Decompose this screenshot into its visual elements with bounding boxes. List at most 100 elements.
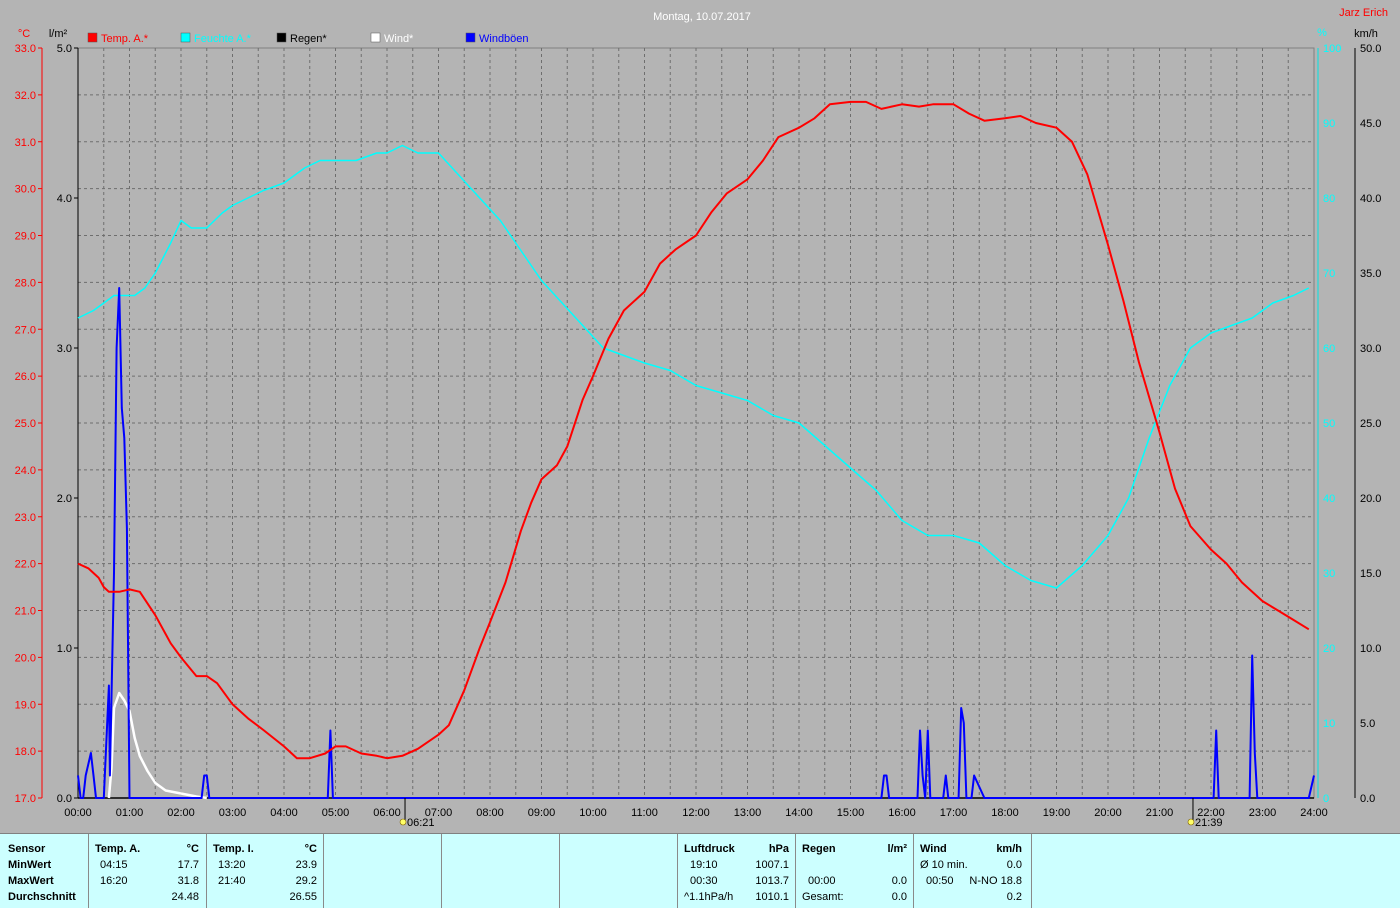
humidity-tick-label: 50	[1323, 418, 1335, 430]
wind-avg10-value: 0.0	[1006, 859, 1022, 871]
sunset-label: 21:39	[1195, 817, 1223, 829]
x-tick-label: 00:00	[64, 807, 92, 819]
wind-tick-label: 10.0	[1360, 643, 1381, 655]
legend-swatch	[180, 32, 191, 43]
sensor-header: Sensor	[8, 843, 46, 855]
x-tick-label: 01:00	[116, 807, 144, 819]
sunrise-label: 06:21	[407, 817, 435, 829]
temp-tick-label: 32.0	[15, 90, 36, 102]
pressure-trend: ^1.1hPa/h	[684, 891, 734, 903]
rain-tick-label: 1.0	[57, 643, 72, 655]
legend-label: Wind*	[384, 33, 414, 45]
statistics-table: Sensor MinWert MaxWert Durchschnitt Temp…	[0, 833, 1400, 908]
pressure-unit: hPa	[768, 843, 789, 855]
rain-max-value: 0.0	[891, 875, 907, 887]
sunrise-sun-icon	[399, 818, 407, 826]
temp-tick-label: 30.0	[15, 184, 36, 196]
temp-tick-label: 31.0	[15, 137, 36, 149]
table-divider	[913, 834, 914, 908]
humidity-tick-label: 40	[1323, 493, 1335, 505]
x-tick-label: 16:00	[888, 807, 916, 819]
temp-a-max-time: 16:20	[100, 875, 128, 887]
x-tick-label: 10:00	[579, 807, 607, 819]
row-label-min: MinWert	[8, 859, 52, 871]
table-divider	[559, 834, 560, 908]
chart-title: Montag, 10.07.2017	[653, 11, 751, 23]
wind-tick-label: 20.0	[1360, 493, 1381, 505]
legend-swatch	[370, 32, 381, 43]
table-divider	[677, 834, 678, 908]
author-label: Jarz Erich	[1339, 7, 1388, 19]
x-tick-label: 11:00	[631, 807, 658, 819]
temp-tick-label: 21.0	[15, 606, 36, 618]
temp-i-max-time: 21:40	[218, 875, 246, 887]
legend-label: Temp. A.*	[101, 33, 149, 45]
rain-header: Regen	[802, 843, 836, 855]
legend-swatch	[465, 32, 476, 43]
wind-tick-label: 35.0	[1360, 268, 1381, 280]
temp-a-unit: °C	[186, 843, 199, 855]
x-tick-label: 15:00	[837, 807, 865, 819]
x-tick-label: 24:00	[1300, 807, 1328, 819]
temp-a-max-value: 31.8	[177, 875, 199, 887]
table-divider	[323, 834, 324, 908]
rain-total-value: 0.0	[891, 891, 907, 903]
wind-unit-label: km/h	[1354, 28, 1378, 40]
pressure-min-time: 19:10	[690, 859, 718, 871]
legend-swatch	[87, 32, 98, 43]
humidity-tick-label: 90	[1323, 118, 1335, 130]
rain-tick-label: 2.0	[57, 493, 72, 505]
temp-a-min-time: 04:15	[100, 859, 128, 871]
table-divider	[441, 834, 442, 908]
row-label-max: MaxWert	[8, 875, 54, 887]
humidity-tick-label: 70	[1323, 268, 1335, 280]
x-tick-label: 12:00	[682, 807, 710, 819]
table-divider	[1031, 834, 1032, 908]
weather-chart: 17.0 18.0 19.0 20.0 21.0 22.0 23.0 24.0 25.0 26.0…	[15, 7, 1388, 829]
rain-unit: l/m²	[887, 843, 907, 855]
temp-a-header: Temp. A.	[95, 843, 141, 855]
wind-tick-label: 15.0	[1360, 568, 1381, 580]
rain-tick-label: 4.0	[57, 193, 72, 205]
wind-unit: km/h	[996, 843, 1022, 855]
temp-tick-label: 24.0	[15, 465, 36, 477]
temp-tick-label: 20.0	[15, 652, 36, 664]
wind-header: Wind	[920, 843, 947, 855]
rain-tick-label: 0.0	[57, 793, 72, 805]
temp-i-avg-value: 26.55	[289, 891, 317, 903]
temp-tick-label: 27.0	[15, 324, 36, 336]
wind-tick-label: 45.0	[1360, 118, 1381, 130]
wind-tick-label: 40.0	[1360, 193, 1381, 205]
wind-max-time: 00:50	[926, 875, 954, 887]
legend-label: Windböen	[479, 33, 529, 45]
humidity-tick-label: 10	[1323, 718, 1335, 730]
humidity-tick-label: 80	[1323, 193, 1335, 205]
humidity-tick-label: 30	[1323, 568, 1335, 580]
temp-tick-label: 28.0	[15, 277, 36, 289]
temp-tick-label: 19.0	[15, 699, 36, 711]
temp-i-max-value: 29.2	[295, 875, 317, 887]
x-tick-label: 13:00	[734, 807, 762, 819]
wind-tick-label: 50.0	[1360, 43, 1381, 55]
row-label-avg: Durchschnitt	[8, 891, 76, 903]
table-divider	[795, 834, 796, 908]
x-tick-label: 18:00	[991, 807, 1019, 819]
x-tick-label: 05:00	[322, 807, 350, 819]
temp-i-min-time: 13:20	[218, 859, 246, 871]
temp-i-header: Temp. I.	[213, 843, 254, 855]
temp-unit-label: °C	[18, 28, 30, 40]
wind-max-value: N-NO 18.8	[969, 875, 1022, 887]
temp-tick-label: 18.0	[15, 746, 36, 758]
x-tick-label: 23:00	[1249, 807, 1277, 819]
x-tick-label: 20:00	[1094, 807, 1122, 819]
x-tick-label: 06:00	[373, 807, 401, 819]
x-tick-label: 19:00	[1043, 807, 1071, 819]
temp-tick-label: 22.0	[15, 559, 36, 571]
x-tick-label: 09:00	[528, 807, 556, 819]
chart-area: 17.0 18.0 19.0 20.0 21.0 22.0 23.0 24.0 25.0 26.0…	[0, 0, 1400, 833]
wind-tick-label: 5.0	[1360, 718, 1375, 730]
temp-i-min-value: 23.9	[295, 859, 317, 871]
x-tick-label: 02:00	[167, 807, 195, 819]
x-tick-label: 17:00	[940, 807, 968, 819]
rain-total-label: Gesamt:	[802, 891, 844, 903]
